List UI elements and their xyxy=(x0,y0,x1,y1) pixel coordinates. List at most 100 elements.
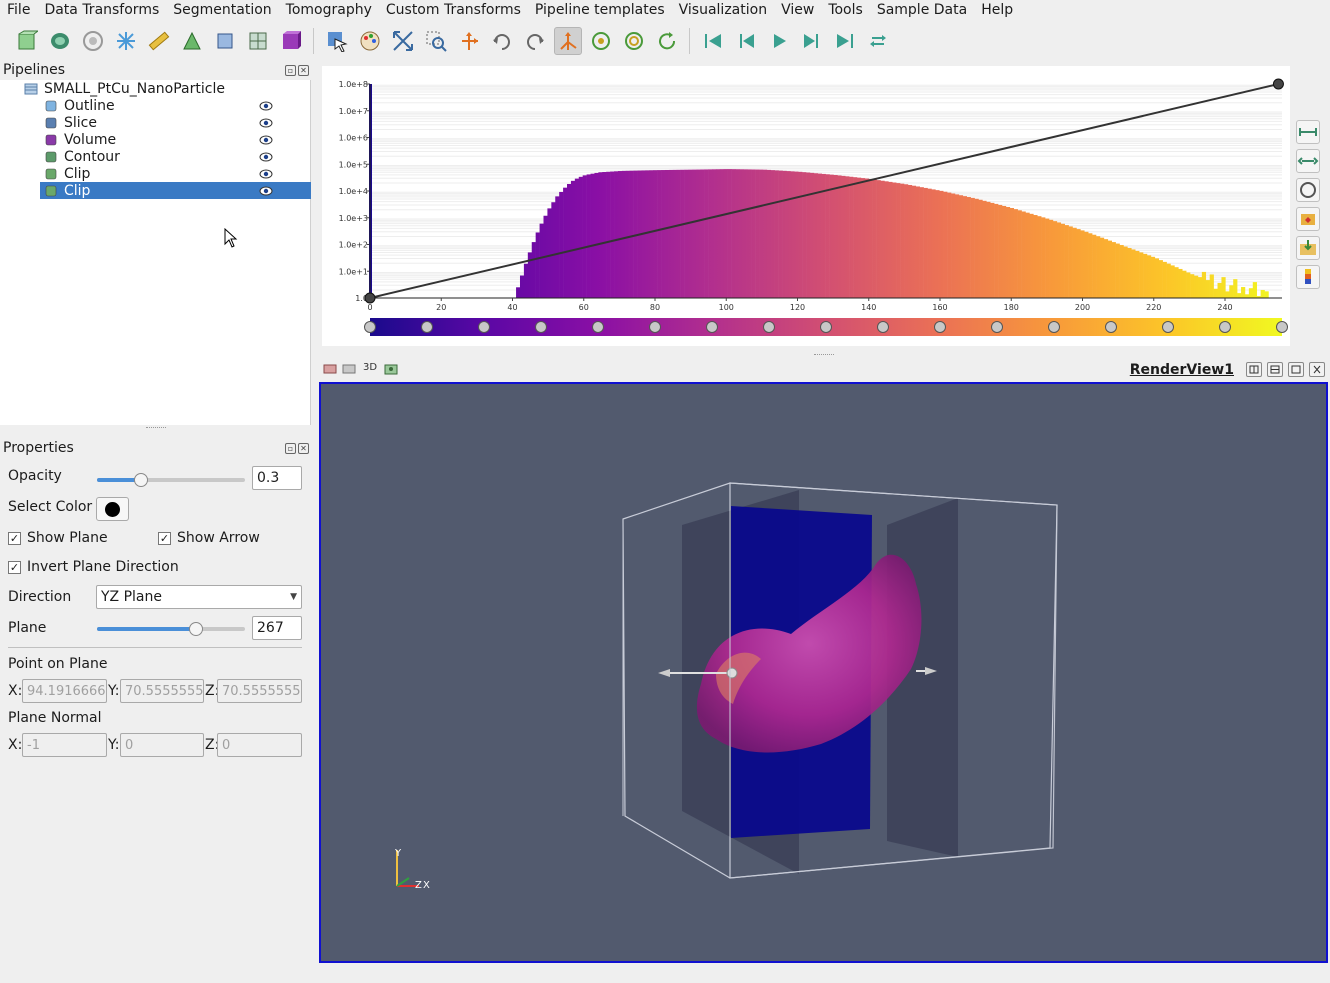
split-horizontal-button[interactable] xyxy=(1246,362,1262,377)
close-icon[interactable]: ✕ xyxy=(298,442,309,454)
menu-item-segmentation[interactable]: Segmentation xyxy=(166,0,278,20)
menu-item-data-transforms[interactable]: Data Transforms xyxy=(37,0,166,20)
menu-item-sample-data[interactable]: Sample Data xyxy=(870,0,974,20)
invert-plane-checkbox[interactable]: ✓ xyxy=(8,560,21,574)
colormap-node xyxy=(1219,321,1231,333)
ortho-slice-tool-icon[interactable] xyxy=(244,27,272,55)
last-frame-icon[interactable] xyxy=(831,27,859,55)
close-icon[interactable]: ✕ xyxy=(298,64,309,76)
rotate-camera-icon[interactable] xyxy=(620,27,648,55)
visibility-eye-icon[interactable] xyxy=(259,169,273,179)
reset-view-icon[interactable] xyxy=(1296,178,1320,202)
select-color-button[interactable] xyxy=(96,497,129,521)
x-tick-label: 180 xyxy=(1004,303,1019,312)
visibility-eye-icon[interactable] xyxy=(259,135,273,145)
menu-item-visualization[interactable]: Visualization xyxy=(672,0,774,20)
orbit-camera-icon[interactable] xyxy=(587,27,615,55)
plane-widget-handle[interactable] xyxy=(726,667,738,679)
menu-item-tools[interactable]: Tools xyxy=(821,0,870,20)
pipeline-item-clip[interactable]: Clip xyxy=(40,182,311,199)
direction-select[interactable]: YZ Plane ▼ xyxy=(96,585,302,609)
pipeline-item-outline[interactable]: Outline xyxy=(40,97,311,114)
splitter-handle[interactable] xyxy=(146,427,166,430)
histogram-bar xyxy=(661,170,666,298)
point-y-input[interactable]: 70.5555555 xyxy=(120,679,204,703)
menu-item-custom-transforms[interactable]: Custom Transforms xyxy=(379,0,528,20)
menu-item-pipeline-templates[interactable]: Pipeline templates xyxy=(528,0,672,20)
menu-item-tomography[interactable]: Tomography xyxy=(279,0,379,20)
center-axes-icon[interactable] xyxy=(553,27,582,55)
save-preset-icon[interactable] xyxy=(1296,207,1320,231)
volume-tool-icon[interactable] xyxy=(277,27,305,55)
loop-icon[interactable] xyxy=(864,27,892,55)
splitter-handle[interactable] xyxy=(814,354,834,356)
visibility-eye-icon[interactable] xyxy=(259,186,273,196)
color-palette-icon[interactable] xyxy=(356,27,384,55)
next-frame-icon[interactable] xyxy=(798,27,826,55)
pipeline-item-clip[interactable]: Clip xyxy=(40,165,311,182)
split-horizontal-icon[interactable] xyxy=(323,362,337,380)
undock-icon[interactable]: ▫ xyxy=(285,442,296,454)
menu-item-view[interactable]: View xyxy=(774,0,821,20)
normal-x-input[interactable]: -1 xyxy=(22,733,107,757)
pipeline-item-volume[interactable]: Volume xyxy=(40,131,311,148)
point-z-input[interactable]: 70.5555555 xyxy=(217,679,302,703)
plane-slider-handle[interactable] xyxy=(189,622,204,636)
undock-icon[interactable]: ▫ xyxy=(285,64,296,76)
visibility-eye-icon[interactable] xyxy=(259,101,273,111)
close-view-button[interactable] xyxy=(1309,362,1325,377)
zoom-to-box-icon[interactable] xyxy=(422,27,450,55)
volume-outline-tool-icon[interactable] xyxy=(211,27,239,55)
histogram-svg[interactable]: 1.01.0e+11.0e+21.0e+31.0e+41.0e+51.0e+61… xyxy=(322,66,1290,346)
rotate-minus-90-icon[interactable] xyxy=(521,27,549,55)
custom-range-icon[interactable] xyxy=(1296,149,1320,173)
render-viewport[interactable]: Y Z X xyxy=(319,382,1328,963)
ruler-tool-icon[interactable] xyxy=(145,27,173,55)
show-arrow-checkbox[interactable]: ✓ xyxy=(158,531,171,545)
capture-icon[interactable] xyxy=(342,362,356,380)
interact-cursor-icon[interactable] xyxy=(323,27,351,55)
reset-rotation-icon[interactable] xyxy=(653,27,681,55)
first-frame-icon[interactable] xyxy=(699,27,727,55)
rotate-plus-90-icon[interactable] xyxy=(488,27,516,55)
play-icon[interactable] xyxy=(765,27,793,55)
split-vertical-button[interactable] xyxy=(1267,362,1283,377)
histogram-chart[interactable]: 1.0 1.0e+1 1.0e+2 1.0e+3 1.0e+4 1.0e+5 1.0e+6 1… xyxy=(322,66,1290,346)
maximize-button[interactable] xyxy=(1288,362,1304,377)
normal-z-input[interactable]: 0 xyxy=(217,733,302,757)
plane-input[interactable]: 267 xyxy=(252,616,302,640)
previous-frame-icon[interactable] xyxy=(732,27,760,55)
visibility-eye-icon[interactable] xyxy=(259,118,273,128)
camera-icon[interactable] xyxy=(384,362,398,380)
slice-tool-icon[interactable] xyxy=(112,27,140,55)
outline-tool-icon[interactable] xyxy=(13,27,41,55)
point-x-input[interactable]: 94.1916666 xyxy=(22,679,107,703)
menu-item-help[interactable]: Help xyxy=(974,0,1020,20)
plane-normal-label: Plane Normal xyxy=(8,710,102,726)
reset-camera-icon[interactable] xyxy=(389,27,417,55)
rescale-range-icon[interactable] xyxy=(1296,120,1320,144)
normal-y-input[interactable]: 0 xyxy=(120,733,204,757)
pipeline-root[interactable]: SMALL_PtCu_NanoParticle xyxy=(24,80,225,97)
histogram-bar xyxy=(1115,243,1120,298)
histogram-bar xyxy=(774,170,779,298)
opacity-input[interactable]: 0.3 xyxy=(252,466,302,490)
histogram-bar xyxy=(570,180,576,298)
visibility-eye-icon[interactable] xyxy=(259,152,273,162)
menu-item-file[interactable]: File xyxy=(0,0,37,20)
colormap-preset-icon[interactable] xyxy=(1296,265,1320,289)
direction-row: Direction xyxy=(8,589,71,605)
set-view-direction-x-icon[interactable] xyxy=(455,27,483,55)
load-preset-icon[interactable] xyxy=(1296,236,1320,260)
pipeline-item-slice[interactable]: Slice xyxy=(40,114,311,131)
histogram-bar xyxy=(868,178,873,298)
opacity-slider-handle[interactable] xyxy=(134,473,149,487)
pipeline-item-contour[interactable]: Contour xyxy=(40,148,311,165)
contour-tool-icon[interactable] xyxy=(46,27,74,55)
x-tick-label: 160 xyxy=(932,303,947,312)
view-mode-toggle[interactable]: 3D xyxy=(363,362,377,373)
scene-svg[interactable]: Y Z X xyxy=(321,384,1326,961)
clip-tool-icon[interactable] xyxy=(178,27,206,55)
show-plane-checkbox[interactable]: ✓ xyxy=(8,531,21,545)
threshold-tool-icon[interactable] xyxy=(79,27,107,55)
